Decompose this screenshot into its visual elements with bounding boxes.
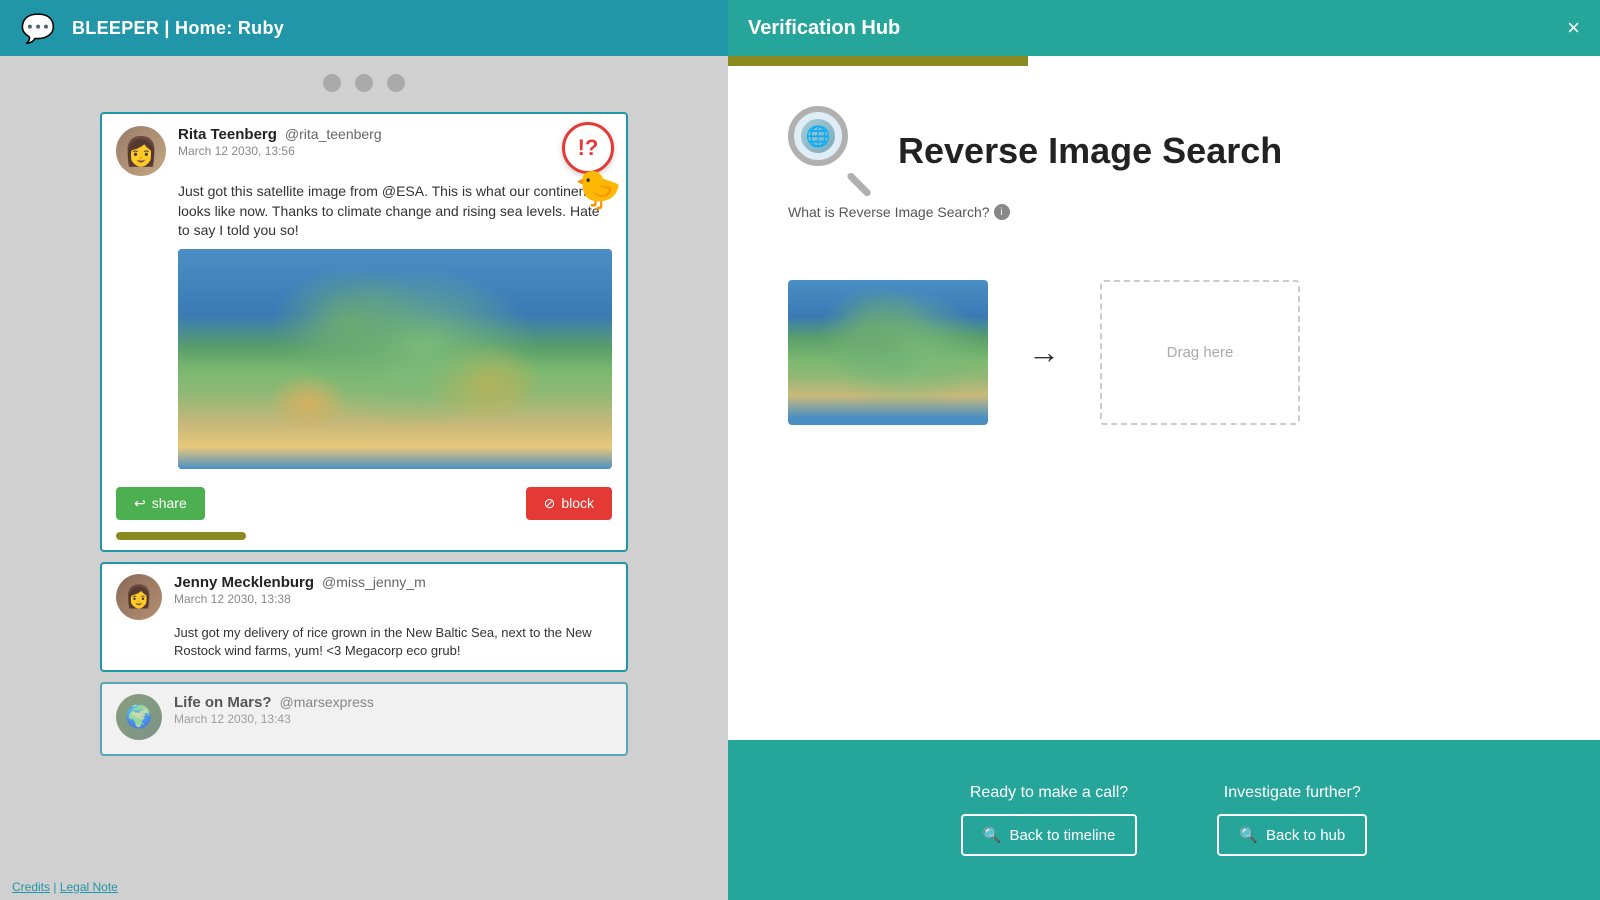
post-card-2: 👩 Jenny Mecklenburg @miss_jenny_m March … xyxy=(100,562,628,672)
credits-bar: Credits | Legal Note xyxy=(0,874,130,900)
what-is-container: What is Reverse Image Search? i xyxy=(788,204,1010,220)
share-icon: ↩ xyxy=(134,495,146,512)
what-is-label: What is Reverse Image Search? xyxy=(788,204,990,220)
post-image-1 xyxy=(178,249,612,469)
post-handle-1: @rita_teenberg xyxy=(285,126,382,142)
block-icon: ⊘ xyxy=(544,495,556,512)
top-bar: 💬 BLEEPER | Home: Ruby xyxy=(0,0,728,56)
footer-hub-section: Investigate further? 🔍 Back to hub xyxy=(1217,784,1367,856)
legal-link[interactable]: Legal Note xyxy=(60,880,118,894)
nav-dots xyxy=(0,56,728,102)
block-label: block xyxy=(561,495,594,511)
alert-label: !? xyxy=(578,135,599,161)
footer-timeline-section: Ready to make a call? 🔍 Back to timeline xyxy=(961,784,1138,856)
info-icon[interactable]: i xyxy=(994,204,1010,220)
back-to-hub-button[interactable]: 🔍 Back to hub xyxy=(1217,814,1367,856)
hub-footer: Ready to make a call? 🔍 Back to timeline… xyxy=(728,740,1600,900)
post-card-1: 👩 Rita Teenberg @rita_teenberg March 12 … xyxy=(100,112,628,552)
hub-top-bar: Verification Hub × xyxy=(728,0,1600,56)
hub-progress-bar xyxy=(728,56,1028,66)
drag-here-label: Drag here xyxy=(1167,344,1234,361)
post-text-1: Just got this satellite image from @ESA.… xyxy=(102,180,626,249)
investigate-label: Investigate further? xyxy=(1224,784,1361,802)
nav-dot-1[interactable] xyxy=(323,74,341,92)
avatar-3: 🌍 xyxy=(116,694,162,740)
post-card-3: 🌍 Life on Mars? @marsexpress March 12 20… xyxy=(100,682,628,756)
post-date-1: March 12 2030, 13:56 xyxy=(178,144,612,158)
arrow-icon: → xyxy=(1028,334,1060,371)
share-button[interactable]: ↩ share xyxy=(116,487,205,520)
image-comparison: → Drag here xyxy=(788,280,1300,425)
nav-dot-3[interactable] xyxy=(387,74,405,92)
post-author-3: Life on Mars? xyxy=(174,694,272,711)
post-header-2: 👩 Jenny Mecklenburg @miss_jenny_m March … xyxy=(116,574,612,620)
post-text-2: Just got my delivery of rice grown in th… xyxy=(116,624,612,660)
block-button[interactable]: ⊘ block xyxy=(526,487,612,520)
close-button[interactable]: × xyxy=(1567,17,1580,39)
post-header-1: 👩 Rita Teenberg @rita_teenberg March 12 … xyxy=(102,114,626,180)
post-date-3: March 12 2030, 13:43 xyxy=(174,712,612,726)
drop-zone[interactable]: Drag here xyxy=(1100,280,1300,425)
alert-badge: !? xyxy=(562,122,614,174)
right-panel: Verification Hub × 🌐 Reverse Image Searc… xyxy=(728,0,1600,900)
timeline-btn-icon: 🔍 xyxy=(983,826,1002,844)
left-panel: 💬 BLEEPER | Home: Ruby 👩 Rita Teenberg @… xyxy=(0,0,728,900)
post-author-1: Rita Teenberg xyxy=(178,126,277,143)
ready-label: Ready to make a call? xyxy=(970,784,1128,802)
post-author-2: Jenny Mecklenburg xyxy=(174,574,314,591)
tool-header: 🌐 Reverse Image Search xyxy=(788,106,1282,196)
back-hub-label: Back to hub xyxy=(1266,827,1345,844)
source-map xyxy=(788,280,988,425)
timeline: 👩 Rita Teenberg @rita_teenberg March 12 … xyxy=(0,102,728,900)
post-actions-1: ↩ share ⊘ block xyxy=(102,479,626,532)
back-to-timeline-button[interactable]: 🔍 Back to timeline xyxy=(961,814,1138,856)
hub-title: Verification Hub xyxy=(748,17,900,40)
tool-title: Reverse Image Search xyxy=(898,130,1282,172)
speech-bubbles-icon: 💬 xyxy=(21,12,56,45)
post-meta-2: Jenny Mecklenburg @miss_jenny_m March 12… xyxy=(174,574,612,606)
post-handle-2: @miss_jenny_m xyxy=(322,574,426,590)
tool-icon: 🌐 xyxy=(788,106,878,196)
post-handle-3: @marsexpress xyxy=(280,694,374,710)
satellite-map-1 xyxy=(178,249,612,469)
duck-emoji: 🐤 xyxy=(575,168,622,212)
post-meta-1: Rita Teenberg @rita_teenberg March 12 20… xyxy=(178,126,612,158)
hub-content: 🌐 Reverse Image Search What is Reverse I… xyxy=(728,66,1600,740)
post-header-3: 🌍 Life on Mars? @marsexpress March 12 20… xyxy=(116,694,612,740)
hub-btn-icon: 🔍 xyxy=(1239,826,1258,844)
source-image xyxy=(788,280,988,425)
avatar-img-1: 👩 xyxy=(116,126,166,176)
app-title: BLEEPER | Home: Ruby xyxy=(72,18,284,39)
nav-dot-2[interactable] xyxy=(355,74,373,92)
app-icon: 💬 xyxy=(16,6,60,50)
avatar-2: 👩 xyxy=(116,574,162,620)
avatar-1: 👩 xyxy=(116,126,166,176)
post-progress-bar xyxy=(116,532,246,540)
credits-link[interactable]: Credits xyxy=(12,880,50,894)
share-label: share xyxy=(152,495,187,511)
post-meta-3: Life on Mars? @marsexpress March 12 2030… xyxy=(174,694,612,726)
back-timeline-label: Back to timeline xyxy=(1009,827,1115,844)
post-date-2: March 12 2030, 13:38 xyxy=(174,592,612,606)
